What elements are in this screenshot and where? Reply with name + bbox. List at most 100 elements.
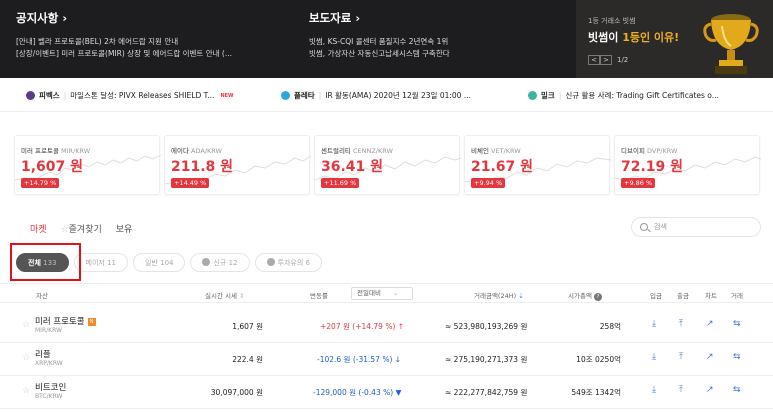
trade-icon[interactable]: ⇆ [733, 352, 741, 362]
filter-general[interactable]: 일반 104 [132, 253, 186, 272]
coin-card[interactable]: 센트럴리티 CENNZ/KRW 36.41 원 +11.69 % [314, 135, 461, 195]
col-change[interactable]: 변동률 [310, 290, 328, 300]
press-title-text[interactable]: 보도자료 [309, 11, 351, 25]
news-separator: | [318, 91, 322, 100]
asset-volume: ≈ 222,277,842,759 원 [445, 388, 528, 397]
help-icon[interactable]: ? [594, 293, 602, 301]
filter-major[interactable]: 메이저 11 [73, 253, 128, 272]
deposit-icon[interactable]: ⤓ [652, 352, 656, 362]
promo-headline-highlight: 1등인 이유! [622, 31, 680, 44]
asset-change-text: -102.6 원 (-31.57 %) [317, 355, 393, 364]
favorite-star-icon[interactable]: ☆ [22, 320, 30, 330]
card-price: 1,607 원 [21, 159, 84, 175]
trophy-icon [703, 14, 759, 74]
coin-card[interactable]: 미러 프로토콜 MIR/KRW 1,607 원 +14.79 % [14, 135, 161, 195]
withdraw-icon[interactable]: ⤒ [679, 385, 683, 395]
notice-title[interactable]: 공지사항 › [16, 10, 232, 26]
col-asset[interactable]: 자산 [36, 290, 48, 300]
asset-change-text: -129,000 원 (-0.43 %) [313, 388, 394, 397]
promo-pager: < > 1/2 [588, 55, 628, 65]
chart-icon[interactable]: ↗ [706, 319, 714, 329]
press-title[interactable]: 보도자료 › [309, 10, 450, 26]
news-item[interactable]: 밀크 | 신규 활용 사례: Trading Gift Certificates… [528, 90, 719, 101]
change-basis-select[interactable]: 전일대비 ⌄ [351, 287, 413, 300]
table-row[interactable]: ☆ 비트코인 BTC/KRW 30,097,000 원 -129,000 원 (… [0, 376, 773, 409]
asset-change-text: +207 원 (+14.79 %) [320, 322, 396, 331]
asset-name[interactable]: 비트코인 [35, 381, 66, 393]
milk-coin-icon [528, 91, 537, 100]
table-row[interactable]: ☆ 리플 XRP/KRW 222.4 원 -102.6 원 (-31.57 %)… [0, 343, 773, 376]
table-row[interactable]: ☆ 미러 프로토콜 N MIR/KRW 1,607 원 +207 원 (+14.7… [0, 310, 773, 343]
warning-icon [266, 258, 275, 266]
col-volume-label: 거래금액(24H) [474, 292, 517, 300]
withdraw-icon[interactable]: ⤒ [679, 319, 683, 329]
news-item[interactable]: 플레타 | IR 활동(AMA) 2020년 12월 23일 01:00 ... [281, 90, 471, 101]
filter-new[interactable]: 신규 12 [190, 253, 250, 272]
filter-label: 투자유의 [277, 259, 304, 267]
asset-price: 30,097,000 원 [210, 388, 263, 397]
card-name: 디브이피 DVP/KRW [621, 145, 677, 155]
trade-icon[interactable]: ⇆ [733, 385, 741, 395]
news-text[interactable]: IR 활동(AMA) 2020년 12월 23일 01:00 ... [325, 90, 471, 101]
col-mcap[interactable]: 시가총액 ? [568, 290, 602, 301]
notice-title-text[interactable]: 공지사항 [16, 11, 58, 25]
card-pair: DVP/KRW [647, 147, 678, 155]
new-listing-badge: N [87, 318, 96, 326]
filter-count: 104 [160, 259, 174, 267]
trade-icon[interactable]: ⇆ [733, 319, 741, 329]
press-link-2[interactable]: 빗썸, 가상자산 자동신고납세시스템 구축한다 [309, 48, 450, 60]
tab-holdings[interactable]: 보유 [116, 222, 133, 235]
asset-name[interactable]: 리플 [35, 348, 51, 360]
col-price-label: 실시간 시세 [205, 292, 237, 300]
press-link-1[interactable]: 빗썸, KS-CQI 콜센터 품질지수 2년연속 1위 [309, 36, 450, 48]
col-mcap-label: 시가총액 [568, 292, 592, 300]
promo-small-text: 1등 거래소 빗썸 [588, 17, 636, 25]
press-section: 보도자료 › 빗썸, KS-CQI 콜센터 품질지수 2년연속 1위 빗썸, 가… [309, 10, 450, 60]
news-text[interactable]: 신규 활용 사례: Trading Gift Certificates o... [565, 90, 719, 101]
asset-change: -129,000 원 (-0.43 %) ▼ [313, 387, 401, 398]
pivx-coin-icon [26, 91, 35, 100]
new-icon [202, 258, 211, 266]
chevron-right-icon[interactable]: › [355, 11, 360, 25]
coin-card[interactable]: 비체인 VET/KRW 21.67 원 +9.94 % [464, 135, 611, 195]
tab-market[interactable]: 마켓 [30, 222, 47, 235]
card-name: 에이다 ADA/KRW [171, 145, 222, 155]
filter-label: 신규 [213, 259, 227, 267]
promo-next-button[interactable]: > [600, 55, 612, 65]
card-change-badge: +14.79 % [21, 178, 60, 188]
filter-caution[interactable]: 투자유의 6 [254, 253, 322, 272]
search-input[interactable]: 검색 [631, 217, 761, 237]
notice-link-2[interactable]: [상장/이벤트] 미러 프로토콜(MIR) 상장 및 에어드랍 이벤트 안내 (… [16, 48, 232, 60]
col-price[interactable]: 실시간 시세 ⇕ [205, 290, 245, 300]
chart-icon[interactable]: ↗ [706, 385, 714, 395]
col-chart: 차트 [705, 292, 717, 300]
asset-volume: ≈ 523,980,193,269 원 [445, 322, 528, 331]
withdraw-icon[interactable]: ⤒ [679, 352, 683, 362]
favorite-star-icon[interactable]: ☆ [22, 386, 30, 396]
news-item[interactable]: 피벡스 | 마일스톤 달성: PIVX Releases SHIELD T...… [26, 90, 234, 101]
filter-label: 일반 [144, 259, 158, 267]
asset-pair: MIR/KRW [35, 327, 62, 334]
notice-link-1[interactable]: [안내] 벨라 프로토콜(BEL) 2차 에어드랍 지원 안내 [16, 36, 232, 48]
card-change-badge: +14.49 % [171, 178, 210, 188]
favorite-star-icon[interactable]: ☆ [22, 353, 30, 363]
card-coin-name: 비체인 [471, 147, 489, 155]
filter-count: 12 [228, 259, 238, 267]
promo-banner[interactable]: 1등 거래소 빗썸 빗썸이 1등인 이유! < > 1/2 [576, 0, 773, 78]
chevron-right-icon[interactable]: › [62, 11, 67, 25]
promo-prev-button[interactable]: < [588, 55, 600, 65]
asset-mcap: 549조 1342억 [571, 388, 621, 397]
coin-card[interactable]: 디브이피 DVP/KRW 72.19 원 +9.86 % [614, 135, 761, 195]
card-name: 비체인 VET/KRW [471, 145, 521, 155]
chart-icon[interactable]: ↗ [706, 352, 714, 362]
col-volume[interactable]: 거래금액(24H) ⇣ [474, 290, 524, 300]
asset-name[interactable]: 미러 프로토콜 N [35, 315, 96, 327]
coin-card[interactable]: 에이다 ADA/KRW 211.8 원 +14.49 % [164, 135, 311, 195]
asset-volume: ≈ 275,190,271,373 원 [445, 355, 528, 364]
deposit-icon[interactable]: ⤓ [652, 319, 656, 329]
asset-mcap: 10조 0250억 [576, 355, 621, 364]
filter-count: 11 [107, 259, 116, 267]
deposit-icon[interactable]: ⤓ [652, 385, 656, 395]
tab-favorites[interactable]: ☆즐겨찾기 [61, 222, 102, 235]
news-text[interactable]: 마일스톤 달성: PIVX Releases SHIELD T... [70, 90, 214, 101]
